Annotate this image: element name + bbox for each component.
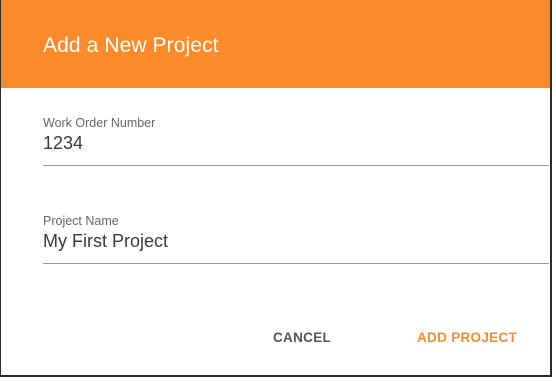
project-name-label: Project Name (43, 214, 119, 228)
work-order-label: Work Order Number (43, 116, 156, 130)
project-name-field: Project Name (43, 214, 549, 264)
cancel-button[interactable]: CANCEL (265, 326, 339, 349)
dialog-actions: CANCEL ADD PROJECT (1, 326, 550, 356)
project-name-input[interactable] (43, 228, 549, 264)
add-project-button[interactable]: ADD PROJECT (409, 326, 525, 349)
work-order-input[interactable] (43, 130, 549, 166)
dialog-header: Add a New Project (1, 0, 550, 88)
work-order-field: Work Order Number (43, 116, 549, 166)
dialog-title: Add a New Project (43, 34, 219, 57)
add-project-dialog: Add a New Project Work Order Number Proj… (0, 0, 552, 377)
